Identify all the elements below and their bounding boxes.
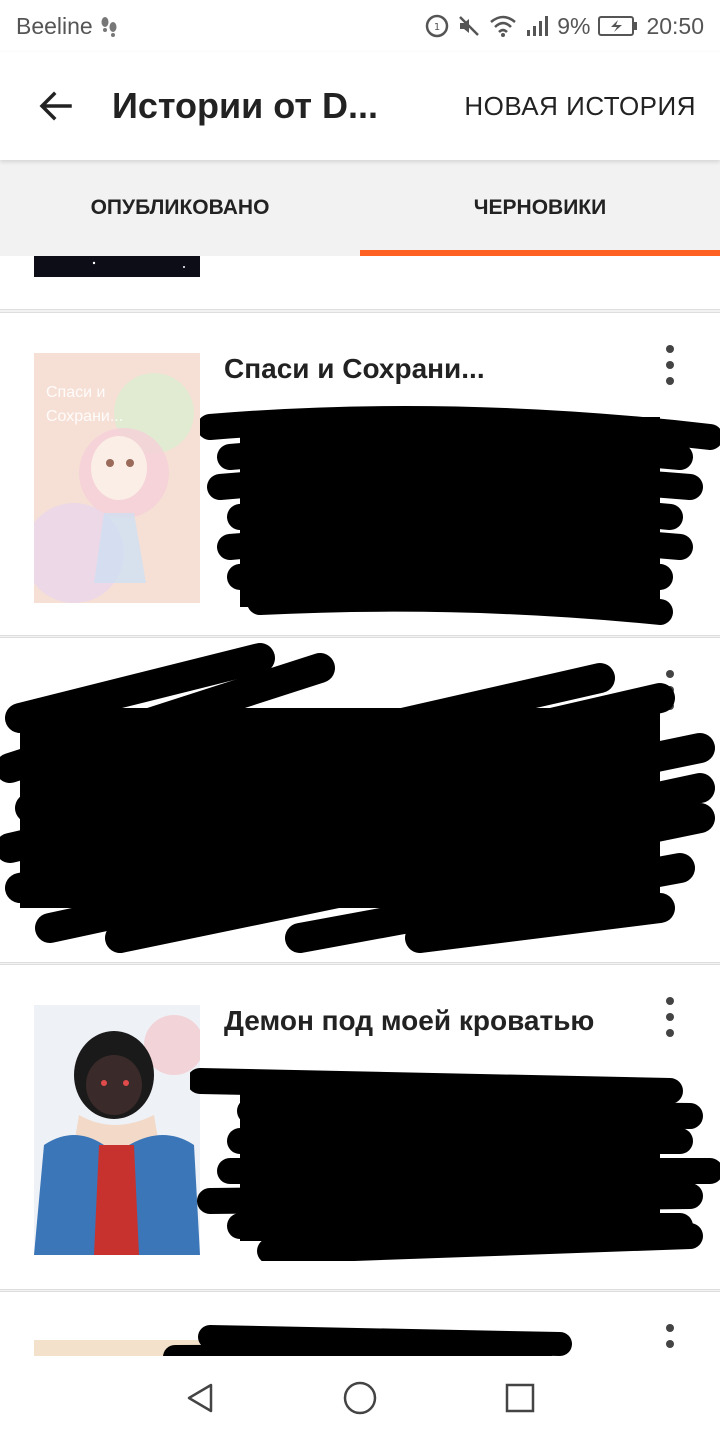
story-card[interactable]: Спаси и Сохрани... Спаси и Сохрани...: [0, 312, 720, 636]
story-title: Спаси и Сохрани...: [224, 353, 485, 384]
signal-icon: [525, 14, 549, 38]
story-cover: [34, 1005, 200, 1255]
arrow-left-icon: [39, 91, 72, 121]
system-nav-bar: [0, 1356, 720, 1440]
triangle-back-icon: [187, 1383, 213, 1413]
svg-text:1: 1: [434, 22, 440, 33]
svg-text:Спаси и: Спаси и: [46, 384, 105, 401]
more-vertical-icon[interactable]: [658, 670, 682, 710]
circle-home-icon: [343, 1381, 377, 1415]
more-vertical-icon[interactable]: [658, 345, 682, 385]
carrier-name: Beeline: [16, 12, 93, 39]
app-bar: Истории от D... НОВАЯ ИСТОРИЯ: [0, 52, 720, 160]
nav-recent-button[interactable]: [440, 1356, 600, 1440]
wifi-icon: [489, 14, 517, 38]
clock: 20:50: [646, 12, 704, 39]
story-cover: Спаси и Сохрани...: [34, 353, 200, 603]
story-card[interactable]: Демон под моей кроватью: [0, 964, 720, 1290]
square-recent-icon: [505, 1383, 535, 1413]
back-button[interactable]: [0, 52, 112, 160]
tab-bar: ОПУБЛИКОВАНО ЧЕРНОВИКИ: [0, 160, 720, 256]
data-saver-icon: 1: [425, 14, 449, 38]
status-bar: Beeline 1 9% 20:50: [0, 0, 720, 52]
nav-home-button[interactable]: [280, 1356, 440, 1440]
story-list: Спаси и Сохрани... Спаси и Сохрани... Де…: [0, 256, 720, 1356]
footsteps-icon: [99, 15, 119, 37]
story-card[interactable]: [0, 256, 720, 310]
battery-percent: 9%: [557, 12, 591, 39]
scribble-redaction: [163, 1325, 572, 1356]
nav-back-button[interactable]: [120, 1356, 280, 1440]
svg-text:Сохрани...: Сохрани...: [46, 408, 123, 425]
page-title: Истории от D...: [112, 85, 379, 126]
scribble-redaction: [190, 1068, 720, 1261]
tab-drafts[interactable]: ЧЕРНОВИКИ: [360, 160, 720, 256]
story-card[interactable]: [0, 637, 720, 963]
tab-published[interactable]: ОПУБЛИКОВАНО: [0, 160, 360, 256]
mute-icon: [457, 14, 481, 38]
more-vertical-icon[interactable]: [658, 997, 682, 1037]
more-vertical-icon[interactable]: [658, 1324, 682, 1356]
story-title: Демон под моей кроватью: [224, 1005, 595, 1036]
story-cover: [34, 1340, 200, 1356]
story-cover: [34, 256, 200, 277]
battery-charging-icon: [598, 15, 638, 37]
scribble-redaction: [200, 406, 720, 625]
scribble-redaction: [0, 643, 715, 953]
story-card[interactable]: [0, 1291, 720, 1356]
new-story-button[interactable]: НОВАЯ ИСТОРИЯ: [464, 91, 720, 122]
